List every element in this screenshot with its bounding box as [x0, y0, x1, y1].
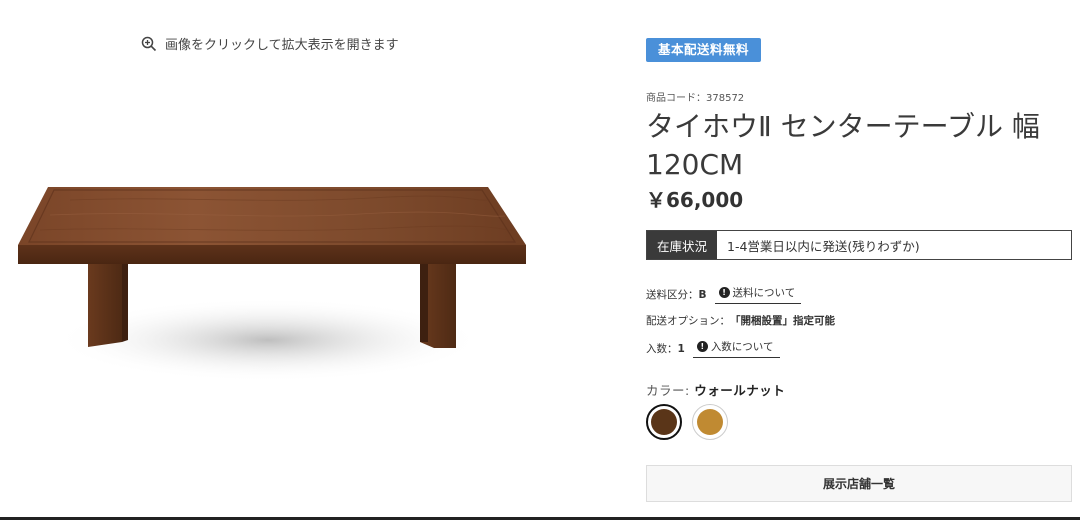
shipping-class-label: 送料区分：	[646, 289, 699, 301]
quantity-info-link-text: 入数について	[710, 341, 774, 353]
zoom-hint-text: 画像をクリックして拡大表示を開きます	[165, 38, 399, 53]
showroom-list-button[interactable]: 展示店舗一覧	[646, 465, 1072, 502]
product-code-label: 商品コード：	[646, 93, 706, 104]
stock-status-label: 在庫状況	[647, 231, 718, 259]
color-selector-label: カラー: ウォールナット	[646, 380, 785, 399]
product-price: ￥66,000	[646, 188, 744, 212]
quantity-value: 1	[677, 342, 685, 355]
color-swatch-oak[interactable]	[692, 404, 728, 440]
shipping-info-link-text: 送料について	[732, 287, 796, 299]
zoom-in-icon	[141, 36, 157, 52]
free-shipping-badge: 基本配送料無料	[646, 38, 762, 62]
shipping-class-value: B	[698, 288, 707, 301]
product-code: 商品コード：378572	[646, 89, 744, 104]
color-swatches	[646, 404, 728, 440]
product-page: 画像をクリックして拡大表示を開きます 基本配送料無料 商品コード：378572 …	[0, 0, 1080, 520]
zoom-hint[interactable]: 画像をクリックして拡大表示を開きます	[141, 34, 399, 53]
product-image[interactable]	[10, 170, 540, 400]
stock-status: 在庫状況 1-4営業日以内に発送(残りわずか)	[646, 230, 1072, 260]
quantity-info-link[interactable]: ! 入数について	[692, 339, 780, 358]
shipping-info-link[interactable]: ! 送料について	[714, 285, 802, 304]
product-code-value: 378572	[706, 93, 745, 104]
info-icon: !	[718, 287, 730, 298]
color-swatch-walnut-dot	[651, 409, 677, 435]
shipping-class-row: 送料区分： B ! 送料について	[646, 285, 802, 304]
stock-status-value: 1-4営業日以内に発送(残りわずか)	[727, 238, 920, 254]
product-title: タイホウⅡ センターテーブル 幅120CM	[646, 110, 1040, 181]
quantity-label: 入数：	[646, 343, 678, 355]
color-label: カラー:	[646, 383, 695, 398]
info-icon: !	[696, 341, 708, 352]
selected-color-name: ウォールナット	[694, 383, 786, 398]
color-swatch-oak-dot	[697, 409, 723, 435]
quantity-row: 入数： 1 ! 入数について	[646, 339, 780, 358]
delivery-option-row: 配送オプション： 「開梱設置」指定可能	[646, 313, 835, 328]
delivery-option-label: 配送オプション：	[646, 315, 730, 327]
delivery-option-value: 「開梱設置」指定可能	[730, 315, 835, 327]
color-swatch-walnut[interactable]	[646, 404, 682, 440]
